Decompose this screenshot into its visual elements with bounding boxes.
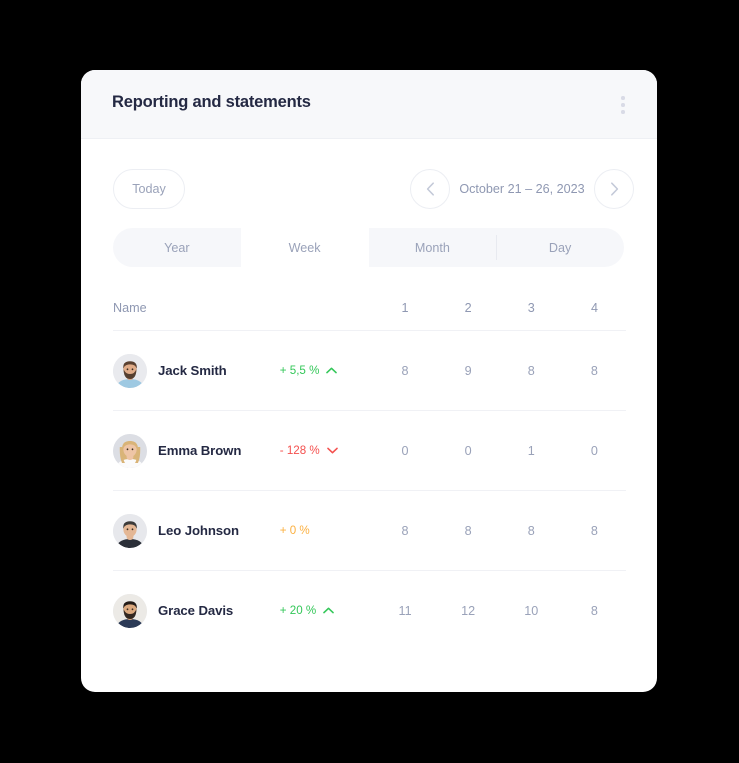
avatar-short-hair-man-dark-shirt: [113, 513, 147, 548]
card-header: Reporting and statements: [81, 70, 657, 139]
avatar: [113, 353, 147, 388]
reporting-card: Reporting and statements Today October 2…: [81, 70, 657, 692]
date-navigator: October 21 – 26, 2023: [410, 169, 634, 209]
page-root: Reporting and statements Today October 2…: [0, 0, 739, 763]
value-day-2: 12: [461, 603, 476, 618]
value-day-3: 8: [527, 523, 535, 538]
value-day-2: 8: [464, 523, 472, 538]
column-header-name: Name: [113, 301, 147, 315]
avatar-bearded-man-blue-shirt: [113, 353, 147, 388]
person-name: Grace Davis: [158, 603, 234, 618]
delta-cell: + 0 %: [276, 524, 374, 537]
avatar-blonde-woman-white-top: [113, 433, 147, 468]
next-period-button[interactable]: [594, 169, 634, 209]
tab-year[interactable]: Year: [113, 228, 241, 267]
delta-value: + 20 %: [279, 604, 317, 617]
table-header-row: Name 1 2 3 4: [113, 301, 626, 330]
delta-cell: + 5,5 %: [276, 364, 374, 377]
delta-cell: + 20 %: [276, 604, 374, 617]
avatar: [113, 513, 147, 548]
delta-cell: - 128 %: [276, 444, 374, 457]
value-day-1: 11: [398, 603, 412, 618]
row-name-cell: Grace Davis: [113, 593, 276, 628]
toolbar: Today October 21 – 26, 2023: [81, 139, 657, 221]
kebab-dot: [621, 103, 625, 107]
chevron-right-icon: [610, 182, 618, 196]
row-name-cell: Jack Smith: [113, 353, 276, 388]
row-name-cell: Emma Brown: [113, 433, 276, 468]
column-header-day-1: 1: [401, 301, 409, 315]
value-day-3: 8: [527, 363, 535, 378]
value-day-3: 1: [527, 443, 535, 458]
avatar-dark-hair-bearded-man-navy: [113, 593, 147, 628]
avatar: [113, 433, 147, 468]
tab-month[interactable]: Month: [369, 228, 497, 267]
person-name: Emma Brown: [158, 443, 242, 458]
value-day-4: 8: [590, 603, 598, 618]
value-day-4: 8: [590, 363, 598, 378]
column-header-day-2: 2: [464, 301, 472, 315]
row-name-cell: Leo Johnson: [113, 513, 276, 548]
chevron-left-icon: [426, 182, 434, 196]
value-day-1: 8: [401, 363, 409, 378]
prev-period-button[interactable]: [410, 169, 450, 209]
value-day-1: 0: [401, 443, 409, 458]
delta-value: - 128 %: [279, 444, 320, 457]
tab-week[interactable]: Week: [240, 228, 369, 267]
date-range-label: October 21 – 26, 2023: [459, 182, 585, 196]
table-body: Jack Smith + 5,5 % 8 9 8 8 Emma Brown - …: [113, 330, 626, 650]
value-day-2: 0: [464, 443, 472, 458]
table-row[interactable]: Leo Johnson + 0 % 8 8 8 8: [113, 490, 626, 570]
person-name: Leo Johnson: [158, 523, 239, 538]
period-tabs: Year Week Month Day: [113, 228, 624, 267]
page-title: Reporting and statements: [112, 93, 311, 111]
value-day-2: 9: [464, 363, 472, 378]
trend-up-icon: [326, 367, 338, 374]
report-table: Name 1 2 3 4 Jack Smith + 5,5 % 8 9 8 8 …: [113, 301, 626, 650]
kebab-vertical-icon[interactable]: [613, 94, 633, 116]
value-day-4: 8: [590, 523, 598, 538]
column-header-day-3: 3: [527, 301, 535, 315]
trend-up-icon: [323, 607, 334, 614]
table-row[interactable]: Grace Davis + 20 % 11 12 10 8: [113, 570, 626, 650]
value-day-1: 8: [401, 523, 409, 538]
avatar: [113, 593, 147, 628]
value-day-4: 0: [590, 443, 598, 458]
today-button[interactable]: Today: [113, 169, 185, 209]
person-name: Jack Smith: [158, 363, 227, 378]
value-day-3: 10: [524, 603, 539, 618]
tab-day[interactable]: Day: [496, 228, 624, 267]
delta-value: + 0 %: [279, 524, 310, 537]
delta-value: + 5,5 %: [279, 364, 320, 377]
kebab-dot: [621, 110, 625, 114]
table-row[interactable]: Emma Brown - 128 % 0 0 1 0: [113, 410, 626, 490]
kebab-dot: [621, 96, 625, 100]
column-header-day-4: 4: [590, 301, 598, 315]
trend-down-icon: [326, 447, 338, 454]
table-row[interactable]: Jack Smith + 5,5 % 8 9 8 8: [113, 330, 626, 410]
